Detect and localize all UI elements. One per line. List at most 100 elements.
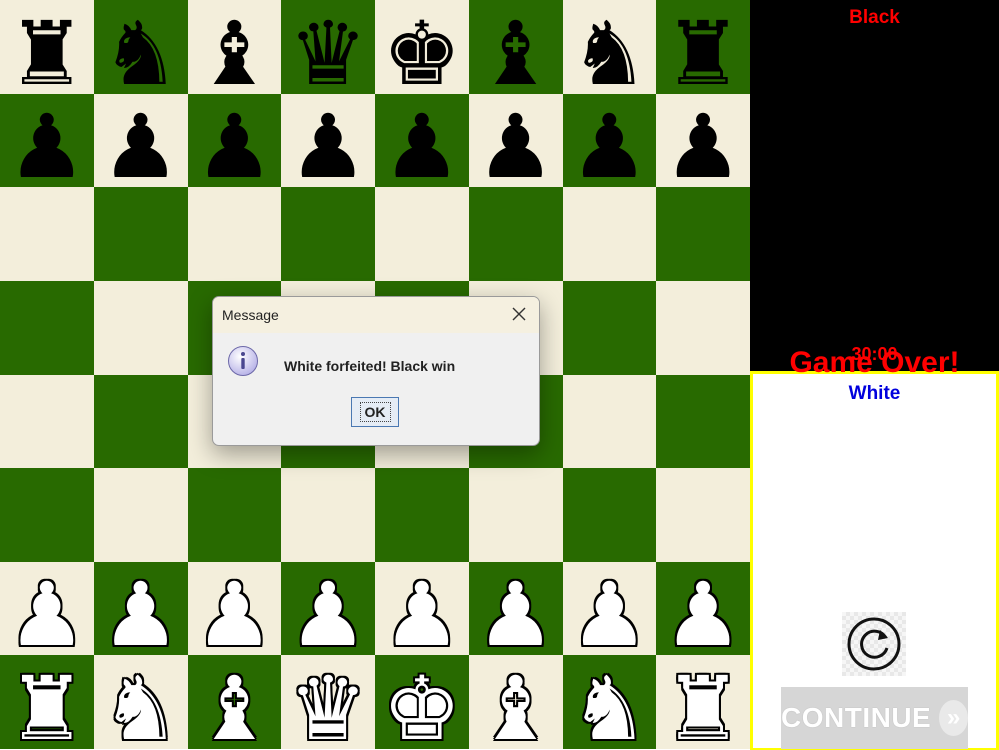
board-square[interactable]: ♚	[375, 655, 469, 749]
white-knight-icon[interactable]: ♞	[563, 665, 657, 750]
board-square[interactable]: ♟	[187, 561, 282, 656]
white-rook-icon[interactable]: ♜	[656, 665, 750, 750]
board-square[interactable]	[375, 468, 469, 562]
restart-icon	[847, 617, 901, 671]
board-square[interactable]	[0, 468, 94, 562]
board-square[interactable]: ♞	[562, 0, 657, 94]
board-square[interactable]: ♟	[656, 93, 750, 188]
black-player-label: Black	[849, 7, 900, 28]
board-square[interactable]	[93, 468, 188, 562]
black-pawn-icon[interactable]: ♟	[0, 103, 94, 188]
board-square[interactable]: ♟	[375, 93, 469, 188]
game-over-status: Game Over!	[789, 346, 960, 379]
board-square[interactable]	[93, 187, 188, 281]
white-rook-icon[interactable]: ♜	[0, 665, 94, 750]
board-square[interactable]: ♟	[93, 561, 188, 656]
board-square[interactable]	[187, 187, 282, 281]
info-icon	[228, 346, 258, 376]
restart-button[interactable]	[842, 612, 906, 676]
board-square[interactable]	[93, 280, 188, 375]
white-pawn-icon[interactable]: ♟	[0, 571, 94, 656]
board-square[interactable]: ♟	[375, 561, 469, 656]
board-square[interactable]: ♟	[187, 93, 282, 188]
board-square[interactable]: ♚	[375, 0, 469, 94]
board-square[interactable]: ♝	[187, 655, 282, 750]
continue-button[interactable]: CONTINUE »	[781, 687, 968, 749]
board-square[interactable]: ♟	[0, 561, 94, 656]
black-pawn-icon[interactable]: ♟	[281, 103, 375, 188]
double-chevron-right-icon: »	[939, 700, 968, 736]
white-knight-icon[interactable]: ♞	[94, 665, 188, 750]
black-pawn-icon[interactable]: ♟	[469, 103, 563, 188]
black-pawn-icon[interactable]: ♟	[375, 103, 469, 188]
white-pawn-icon[interactable]: ♟	[563, 571, 657, 656]
board-square[interactable]	[562, 187, 657, 281]
board-square[interactable]: ♟	[93, 93, 188, 188]
white-queen-icon[interactable]: ♛	[281, 665, 375, 750]
board-square[interactable]	[0, 280, 94, 375]
board-square[interactable]	[187, 468, 282, 562]
board-square[interactable]: ♝	[468, 655, 563, 750]
ok-button[interactable]: OK	[351, 397, 399, 427]
board-square[interactable]: ♛	[281, 0, 375, 94]
board-square[interactable]	[281, 187, 375, 281]
board-square[interactable]	[562, 468, 657, 562]
board-square[interactable]: ♜	[0, 655, 94, 749]
board-square[interactable]: ♟	[281, 561, 375, 656]
board-square[interactable]	[656, 374, 750, 469]
black-queen-icon[interactable]: ♛	[281, 9, 375, 94]
black-pawn-icon[interactable]: ♟	[188, 103, 282, 188]
board-square[interactable]	[0, 187, 94, 281]
board-square[interactable]: ♞	[93, 655, 188, 750]
board-square[interactable]	[656, 280, 750, 375]
black-knight-icon[interactable]: ♞	[563, 9, 657, 94]
board-square[interactable]: ♝	[187, 0, 282, 94]
board-square[interactable]: ♜	[0, 0, 94, 94]
white-bishop-icon[interactable]: ♝	[469, 665, 563, 750]
board-square[interactable]: ♟	[468, 93, 563, 188]
black-rook-icon[interactable]: ♜	[0, 9, 94, 94]
dialog-message: White forfeited! Black win	[284, 358, 456, 374]
black-knight-icon[interactable]: ♞	[94, 9, 188, 94]
board-square[interactable]: ♝	[468, 0, 563, 94]
white-bishop-icon[interactable]: ♝	[188, 665, 282, 750]
white-pawn-icon[interactable]: ♟	[375, 571, 469, 656]
dialog-titlebar[interactable]: Message	[213, 297, 539, 333]
black-pawn-icon[interactable]: ♟	[94, 103, 188, 188]
black-bishop-icon[interactable]: ♝	[469, 9, 563, 94]
board-square[interactable]: ♟	[281, 93, 375, 188]
board-square[interactable]	[562, 280, 657, 375]
board-square[interactable]: ♛	[281, 655, 375, 749]
close-icon[interactable]	[511, 306, 527, 322]
board-square[interactable]: ♟	[562, 93, 657, 188]
black-pawn-icon[interactable]: ♟	[563, 103, 657, 188]
board-square[interactable]: ♞	[93, 0, 188, 94]
board-square[interactable]	[0, 374, 94, 469]
white-pawn-icon[interactable]: ♟	[656, 571, 750, 656]
board-square[interactable]	[93, 374, 188, 469]
black-rook-icon[interactable]: ♜	[656, 9, 750, 94]
white-pawn-icon[interactable]: ♟	[94, 571, 188, 656]
board-square[interactable]	[375, 187, 469, 281]
black-bishop-icon[interactable]: ♝	[188, 9, 282, 94]
board-square[interactable]: ♞	[562, 655, 657, 750]
board-square[interactable]: ♟	[656, 561, 750, 656]
continue-label: CONTINUE	[781, 702, 932, 733]
board-square[interactable]	[281, 468, 375, 562]
board-square[interactable]	[656, 187, 750, 281]
board-square[interactable]: ♜	[656, 0, 750, 94]
white-pawn-icon[interactable]: ♟	[281, 571, 375, 656]
board-square[interactable]	[468, 187, 563, 281]
black-pawn-icon[interactable]: ♟	[656, 103, 750, 188]
white-pawn-icon[interactable]: ♟	[469, 571, 563, 656]
board-square[interactable]	[656, 468, 750, 562]
board-square[interactable]: ♟	[562, 561, 657, 656]
board-square[interactable]	[468, 468, 563, 562]
board-square[interactable]: ♜	[656, 655, 750, 749]
white-king-icon[interactable]: ♚	[375, 665, 469, 750]
board-square[interactable]: ♟	[0, 93, 94, 188]
board-square[interactable]: ♟	[468, 561, 563, 656]
white-pawn-icon[interactable]: ♟	[188, 571, 282, 656]
board-square[interactable]	[562, 374, 657, 469]
black-king-icon[interactable]: ♚	[375, 9, 469, 94]
